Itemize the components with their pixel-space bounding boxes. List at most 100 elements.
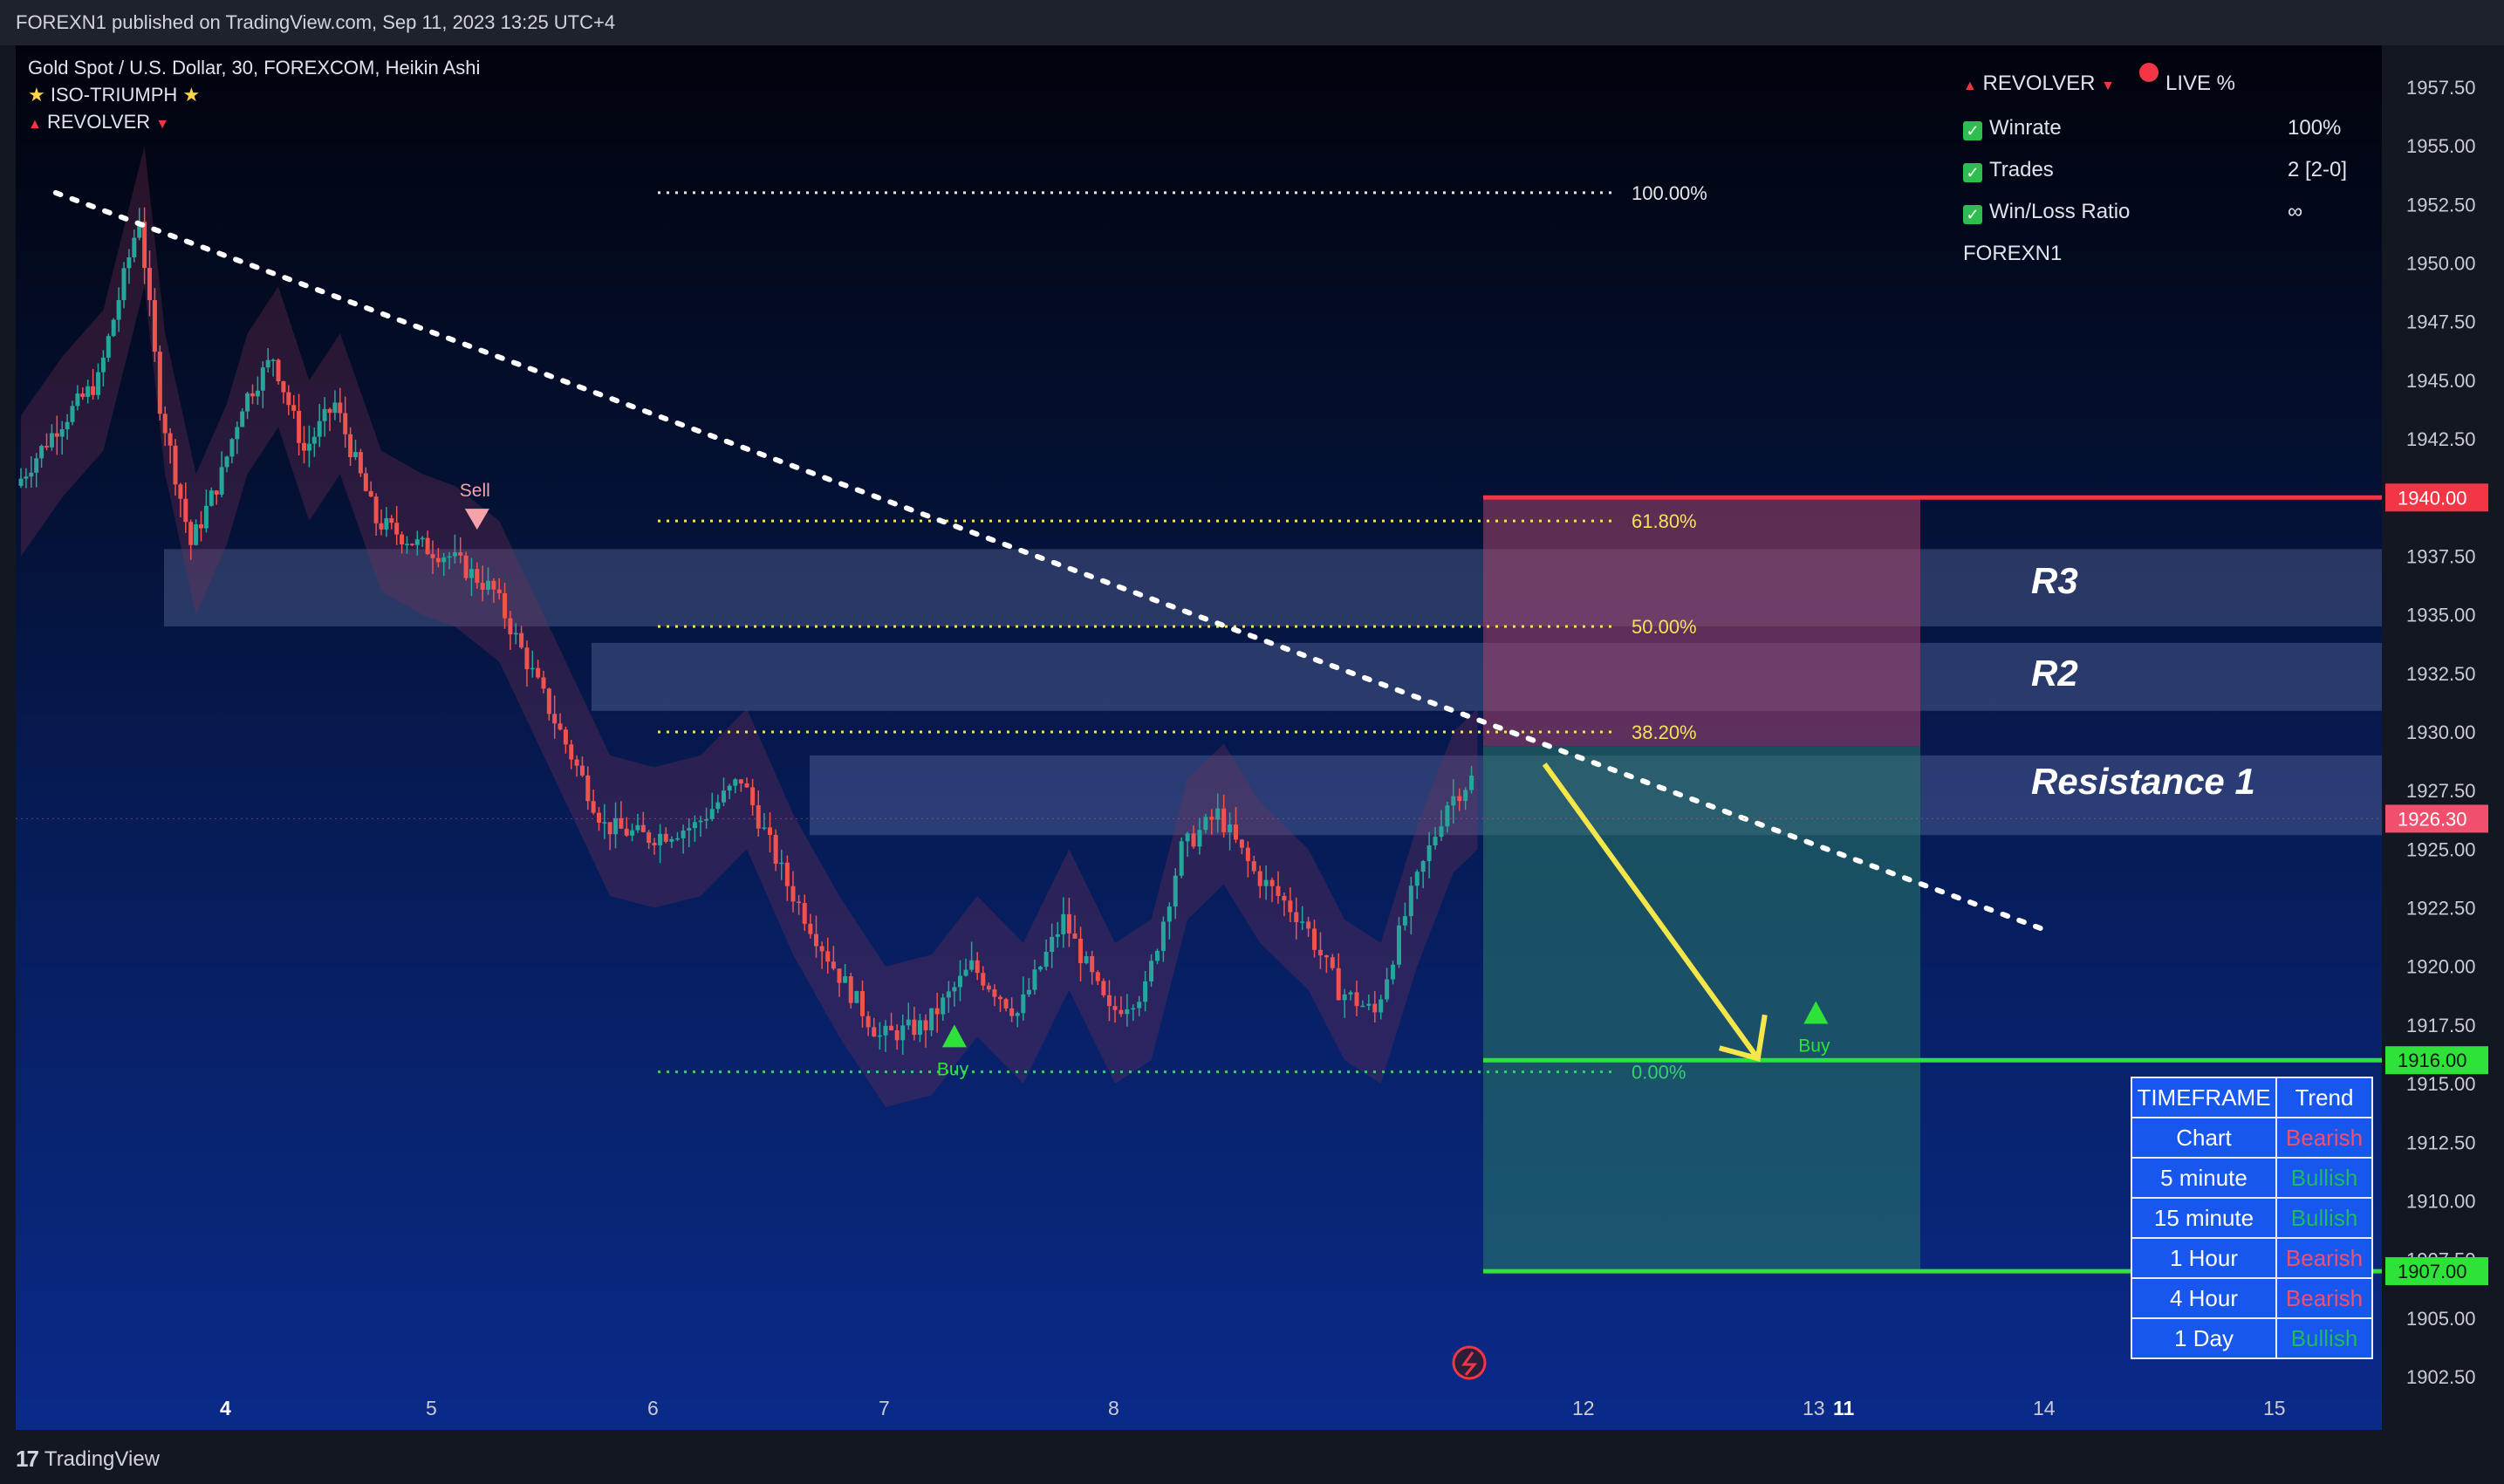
candle-body	[147, 268, 152, 300]
candle-body	[952, 987, 957, 992]
candle-body	[1439, 826, 1444, 838]
candle-body	[802, 903, 807, 924]
candle-body	[597, 812, 601, 824]
time-tick-label: 15	[2263, 1397, 2286, 1419]
candle-body	[831, 961, 836, 969]
candle-body	[405, 544, 409, 545]
candle-body	[574, 759, 579, 766]
footer-bar: 17 TradingView	[0, 1430, 2504, 1484]
candle-body	[727, 785, 732, 791]
table-row: 4 Hour Bearish	[2131, 1277, 2373, 1319]
table-row: 15 minute Bullish	[2131, 1197, 2373, 1239]
timeframe-cell: 4 Hour	[2131, 1277, 2277, 1319]
candle-body	[116, 299, 121, 320]
price-tick-label: 1947.50	[2406, 311, 2476, 333]
candle-body	[1095, 972, 1100, 981]
candle-body	[1084, 956, 1089, 964]
candle-body	[1300, 921, 1305, 923]
price-tick-label: 1910.00	[2406, 1190, 2476, 1212]
candle-body	[389, 518, 394, 523]
stats-row-winloss: ✓ Win/Loss Ratio ∞	[1963, 191, 2347, 233]
candle-body	[837, 968, 842, 983]
candle-body	[607, 822, 612, 835]
lightning-icon[interactable]	[1452, 1345, 1487, 1380]
candle-body	[1463, 790, 1468, 802]
price-tick-label: 1945.00	[2406, 370, 2476, 392]
candle-body	[1173, 875, 1178, 907]
candle-body	[80, 393, 86, 397]
indicator-iso-triumph[interactable]: ★ ISO-TRIUMPH ★	[28, 81, 480, 108]
candle-body	[1106, 995, 1112, 1007]
fib-level-label: 0.00%	[1632, 1062, 1686, 1084]
stats-title: ▲ REVOLVER ▼	[1963, 63, 2115, 107]
price-tick-label: 1920.00	[2406, 956, 2476, 978]
candle-body	[1312, 928, 1317, 950]
candle-body	[1324, 955, 1329, 958]
candle-body	[496, 589, 502, 594]
candle-body	[286, 392, 291, 406]
tradingview-logo[interactable]: 17 TradingView	[16, 1446, 160, 1473]
candle-body	[394, 523, 400, 535]
candle-body	[1143, 981, 1148, 1002]
candle-body	[1251, 861, 1256, 872]
candle-body	[363, 473, 368, 491]
buy-signal-label: Buy	[937, 1059, 969, 1079]
candle-body	[475, 569, 480, 584]
candle-body	[687, 828, 692, 831]
candle-body	[420, 537, 425, 540]
candle-body	[1101, 981, 1106, 995]
price-badge-label: 1940.00	[2398, 487, 2467, 509]
candle-body	[894, 1029, 900, 1041]
candle-body	[1066, 913, 1071, 933]
winrate-value: 100%	[2288, 116, 2342, 140]
candle-body	[1282, 895, 1287, 901]
candle-body	[536, 667, 541, 678]
candle-body	[854, 990, 859, 1003]
candle-body	[384, 518, 389, 530]
candle-body	[1137, 1002, 1142, 1009]
zone-label-r3: R3	[2031, 560, 2078, 601]
candle-body	[865, 1016, 871, 1028]
table-header-trend: Trend	[2275, 1077, 2373, 1118]
timeframe-cell: 1 Day	[2131, 1317, 2277, 1359]
price-tick-label: 1952.50	[2406, 194, 2476, 215]
candle-body	[591, 801, 596, 813]
candle-body	[250, 393, 255, 397]
trend-cell: Bearish	[2275, 1117, 2373, 1159]
candle-body	[1239, 839, 1244, 848]
candle-body	[379, 523, 384, 530]
chart-area[interactable]: 100.00% 61.80% 50.00% 38.20% 0.00% Sell Buy Buy…	[16, 45, 2488, 1430]
candle-body	[814, 933, 818, 947]
candle-body	[240, 411, 245, 427]
candle-body	[1038, 967, 1043, 970]
winrate-label: Winrate	[1989, 116, 2062, 140]
candle-body	[825, 951, 831, 962]
price-tick-label: 1902.50	[2406, 1366, 2476, 1388]
time-tick-label: 8	[1108, 1397, 1119, 1419]
candle-body	[1451, 796, 1456, 806]
candle-body	[1366, 1003, 1372, 1006]
candle-body	[790, 886, 796, 902]
candle-body	[1379, 999, 1384, 1013]
fib-level-label: 50.00%	[1632, 616, 1697, 638]
candle-body	[106, 336, 111, 358]
price-tick-label: 1957.50	[2406, 77, 2476, 99]
candle-body	[1372, 1003, 1378, 1013]
candle-body	[768, 827, 772, 836]
candle-body	[640, 824, 646, 832]
candle-body	[142, 222, 147, 269]
candle-body	[1402, 916, 1407, 926]
trend-cell: Bullish	[2275, 1157, 2373, 1199]
candle-body	[503, 593, 508, 619]
candle-body	[463, 555, 469, 578]
price-tick-label: 1932.50	[2406, 663, 2476, 685]
price-badge-label: 1907.00	[2398, 1261, 2467, 1282]
candle-body	[219, 467, 224, 495]
candle-body	[178, 484, 183, 499]
symbol-title[interactable]: Gold Spot / U.S. Dollar, 30, FOREXCOM, H…	[28, 54, 480, 81]
candle-body	[91, 386, 96, 395]
candle-body	[957, 975, 962, 988]
indicator-revolver[interactable]: ▲ REVOLVER ▼	[28, 108, 480, 138]
winloss-value: ∞	[2288, 200, 2303, 223]
price-tick-label: 1927.50	[2406, 780, 2476, 802]
